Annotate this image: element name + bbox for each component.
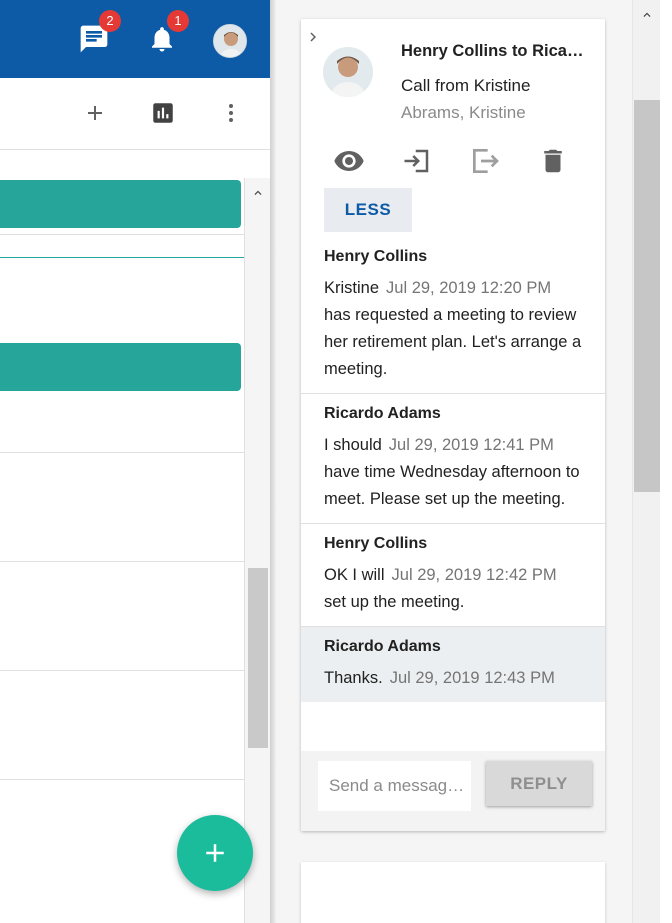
notifications-button[interactable]: 1: [145, 10, 189, 56]
window-edge: [660, 0, 672, 923]
message-sender: Ricardo Adams: [324, 638, 441, 655]
less-button[interactable]: LESS: [324, 188, 412, 232]
add-button[interactable]: [80, 98, 110, 128]
message-text: set up the meeting.: [324, 593, 465, 611]
message-text: Kristine: [324, 279, 380, 297]
divider: [0, 234, 244, 235]
sign-out-button[interactable]: [468, 144, 502, 178]
trash-icon: [544, 149, 562, 173]
list-item-highlighted[interactable]: [0, 343, 241, 391]
message-item: Ricardo Adams Thanks. Jul 29, 2019 12:43 …: [301, 627, 605, 702]
message-text: OK I will: [324, 566, 385, 584]
list-scrollbar-thumb[interactable]: [248, 568, 268, 748]
detail-pane: Henry Collins to Rica… Call from Kristin…: [276, 0, 632, 923]
message-sender: Henry Collins: [324, 535, 428, 552]
list-scrollbar[interactable]: [244, 178, 270, 923]
divider: [0, 779, 244, 780]
divider: [0, 670, 244, 671]
message-body: OK I will Jul 29, 2019 12:42 PM set up the…: [324, 562, 585, 616]
activity-list: [0, 150, 244, 923]
chat-badge: 2: [99, 10, 121, 32]
avatar: [214, 25, 246, 57]
message-sender: Henry Collins: [324, 248, 428, 265]
message-timestamp: Jul 29, 2019 12:43 PM: [389, 669, 555, 687]
sign-in-icon: [404, 149, 429, 173]
sign-out-icon: [473, 149, 499, 173]
message-timestamp: Jul 29, 2019 12:42 PM: [391, 566, 557, 584]
message-body: Thanks. Jul 29, 2019 12:43 PM: [324, 665, 585, 692]
message-thread: Henry Collins Kristine Jul 29, 2019 12:20…: [301, 237, 605, 702]
notification-badge: 1: [167, 10, 189, 32]
divider: [0, 452, 244, 453]
more-vert-icon: [229, 104, 233, 122]
eye-icon: [334, 151, 364, 171]
chevron-up-icon[interactable]: [640, 8, 654, 22]
message-timestamp: Jul 29, 2019 12:41 PM: [388, 436, 554, 454]
message-text: has requested a meeting to review her re…: [324, 306, 582, 378]
chat-button[interactable]: 2: [77, 10, 121, 56]
card-subject: Call from Kristine: [401, 76, 531, 95]
divider: [0, 561, 244, 562]
message-item: Ricardo Adams I should Jul 29, 2019 12:41…: [301, 394, 605, 524]
left-pane: 2 1: [0, 0, 272, 923]
activity-card: Henry Collins to Rica… Call from Kristin…: [301, 19, 605, 831]
message-text: have time Wednesday afternoon to meet. P…: [324, 463, 580, 508]
delete-button[interactable]: [536, 144, 570, 178]
sender-avatar: [323, 47, 373, 97]
detail-scrollbar-thumb[interactable]: [634, 100, 660, 492]
chevron-up-icon[interactable]: [251, 186, 265, 200]
card-contact[interactable]: Abrams, Kristine: [401, 103, 526, 123]
card-title: Henry Collins to Rica…: [401, 42, 584, 60]
reply-button[interactable]: REPLY: [486, 761, 592, 806]
chart-icon: [153, 103, 173, 123]
message-body: I should Jul 29, 2019 12:41 PM have time W…: [324, 432, 585, 513]
message-text: I should: [324, 436, 382, 454]
message-sender: Ricardo Adams: [324, 405, 441, 422]
next-card: [301, 862, 605, 923]
divider: [0, 257, 244, 258]
message-item: Henry Collins Kristine Jul 29, 2019 12:20…: [301, 237, 605, 394]
message-timestamp: Jul 29, 2019 12:20 PM: [386, 279, 552, 297]
reports-button[interactable]: [148, 98, 178, 128]
message-item: Henry Collins OK I will Jul 29, 2019 12:4…: [301, 524, 605, 627]
sign-in-button[interactable]: [400, 144, 434, 178]
message-text: Thanks.: [324, 669, 383, 687]
add-icon: [88, 106, 102, 120]
more-options-button[interactable]: [216, 98, 246, 128]
list-toolbar: [0, 78, 272, 150]
detail-scrollbar[interactable]: [632, 0, 660, 923]
reply-area: REPLY: [301, 751, 605, 831]
message-body: Kristine Jul 29, 2019 12:20 PM has request…: [324, 275, 585, 383]
top-app-bar: 2 1: [0, 0, 270, 78]
add-fab-button[interactable]: [177, 815, 253, 891]
list-item-selected[interactable]: [0, 180, 241, 228]
user-avatar[interactable]: [213, 24, 247, 58]
chevron-right-icon[interactable]: [304, 28, 322, 46]
avatar: [323, 47, 373, 97]
plus-icon: [206, 844, 224, 862]
message-input[interactable]: [318, 761, 471, 811]
view-button[interactable]: [332, 144, 366, 178]
